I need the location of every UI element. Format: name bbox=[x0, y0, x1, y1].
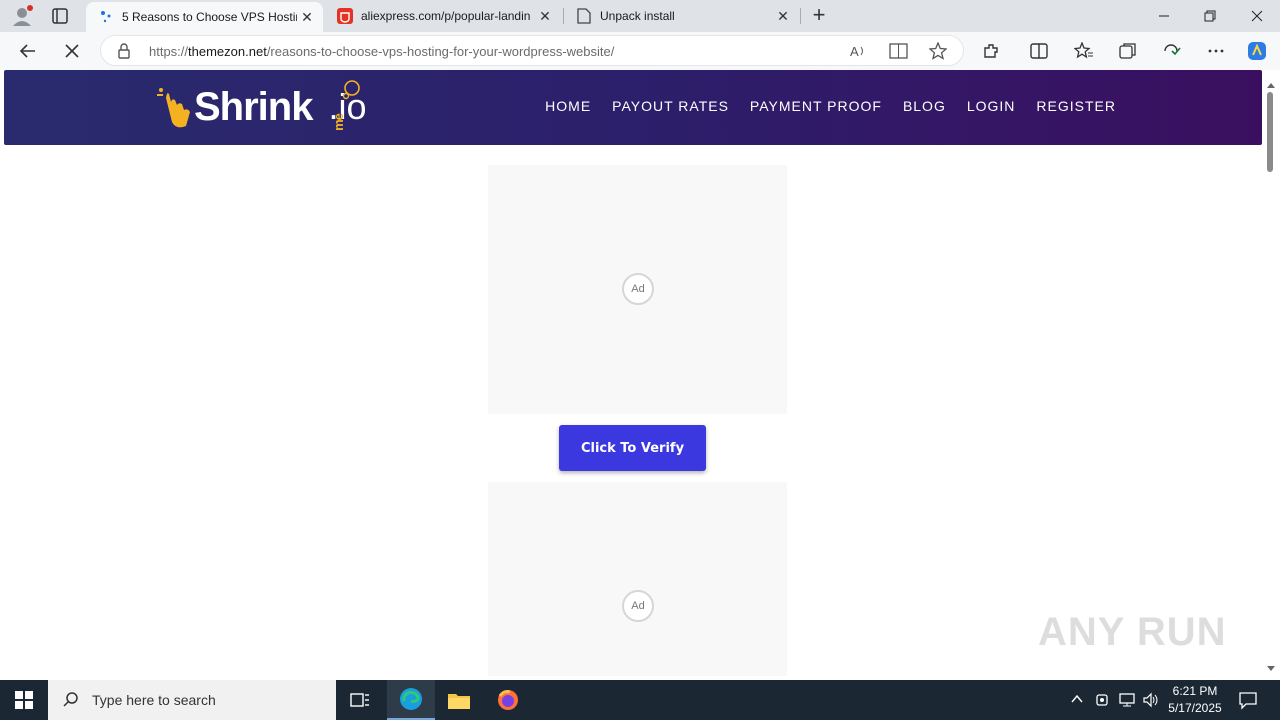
lock-icon[interactable] bbox=[117, 43, 131, 64]
scrollbar-thumb[interactable] bbox=[1267, 92, 1273, 172]
favorites-icon[interactable] bbox=[1072, 39, 1096, 63]
scroll-down-icon[interactable] bbox=[1266, 660, 1276, 678]
edge-taskbar-icon[interactable] bbox=[387, 680, 435, 720]
address-bar[interactable]: https://themezon.net/reasons-to-choose-v… bbox=[100, 35, 964, 66]
chevron-up-icon[interactable] bbox=[1070, 692, 1084, 711]
system-clock[interactable]: 6:21 PM 5/17/2025 bbox=[1160, 683, 1230, 717]
tab-title: 5 Reasons to Choose VPS Hosting bbox=[122, 10, 297, 24]
search-icon bbox=[63, 692, 78, 707]
site-nav: HOME PAYOUT RATES PAYMENT PROOF BLOG LOG… bbox=[545, 98, 1116, 114]
notifications-icon[interactable] bbox=[1238, 690, 1258, 715]
address-bar-row: https://themezon.net/reasons-to-choose-v… bbox=[0, 32, 1280, 70]
meet-now-icon[interactable] bbox=[1096, 692, 1110, 713]
nav-blog[interactable]: BLOG bbox=[903, 98, 946, 114]
logo-ring-icon bbox=[342, 80, 360, 100]
close-tab-icon[interactable]: ✕ bbox=[773, 8, 793, 25]
clock-time: 6:21 PM bbox=[1172, 684, 1218, 698]
web-page: Shrink me .io HOME PAYOUT RATES PAYMENT P… bbox=[4, 70, 1262, 676]
copilot-icon[interactable] bbox=[1245, 39, 1269, 63]
stop-loading-icon[interactable] bbox=[60, 39, 84, 63]
site-header: Shrink me .io HOME PAYOUT RATES PAYMENT P… bbox=[4, 70, 1262, 145]
browser-essentials-icon[interactable] bbox=[1160, 39, 1184, 63]
logo-text: Shrink me bbox=[194, 84, 346, 131]
firefox-icon[interactable] bbox=[484, 680, 532, 720]
task-view-icon[interactable] bbox=[336, 680, 384, 720]
tab-unpack-install[interactable]: Unpack install ✕ bbox=[564, 0, 799, 32]
collections-icon[interactable] bbox=[1116, 39, 1140, 63]
tab-aliexpress[interactable]: aliexpress.com/p/popular-landin ✕ bbox=[325, 0, 561, 32]
ad-badge: Ad bbox=[622, 590, 654, 622]
loading-icon bbox=[98, 9, 114, 25]
page-icon bbox=[576, 8, 592, 24]
favorite-star-icon[interactable] bbox=[928, 41, 948, 65]
tab-separator bbox=[800, 8, 801, 24]
tab-title: Unpack install bbox=[600, 9, 675, 23]
read-aloud-icon[interactable]: A bbox=[849, 42, 867, 65]
page-scrollbar[interactable] bbox=[1262, 70, 1280, 676]
close-tab-icon[interactable]: ✕ bbox=[297, 9, 317, 26]
immersive-reader-icon[interactable] bbox=[889, 42, 909, 65]
network-icon[interactable] bbox=[1118, 692, 1136, 713]
new-tab-icon[interactable]: + bbox=[808, 4, 830, 27]
tab-actions-icon[interactable] bbox=[50, 6, 70, 26]
taskbar-search[interactable]: Type here to search bbox=[48, 680, 336, 720]
nav-payment-proof[interactable]: PAYMENT PROOF bbox=[750, 98, 882, 114]
tab-strip: 5 Reasons to Choose VPS Hosting ✕ aliexp… bbox=[0, 0, 1280, 32]
click-to-verify-button[interactable]: Click To Verify bbox=[559, 425, 706, 471]
ad-slot-top[interactable]: Ad bbox=[488, 165, 787, 414]
close-tab-icon[interactable]: ✕ bbox=[535, 8, 555, 25]
start-windows-icon[interactable] bbox=[0, 680, 48, 720]
minimize-icon[interactable] bbox=[1141, 0, 1187, 32]
ad-slot-bottom[interactable]: Ad bbox=[488, 482, 787, 676]
back-arrow-icon[interactable] bbox=[16, 39, 40, 63]
restore-icon[interactable] bbox=[1187, 0, 1233, 32]
nav-login[interactable]: LOGIN bbox=[967, 98, 1016, 114]
clock-date: 5/17/2025 bbox=[1168, 701, 1222, 715]
nav-home[interactable]: HOME bbox=[545, 98, 591, 114]
file-explorer-icon[interactable] bbox=[435, 680, 483, 720]
tab-vps-hosting[interactable]: 5 Reasons to Choose VPS Hosting ✕ bbox=[86, 2, 323, 32]
windows-taskbar: Type here to search 6:21 PM 5/17/2025 bbox=[0, 680, 1280, 720]
profile-icon[interactable] bbox=[10, 4, 34, 28]
aliexpress-icon bbox=[337, 8, 353, 24]
search-placeholder: Type here to search bbox=[92, 692, 216, 708]
svg-text:A: A bbox=[850, 44, 859, 59]
nav-payout-rates[interactable]: PAYOUT RATES bbox=[612, 98, 729, 114]
extensions-icon[interactable] bbox=[979, 39, 1003, 63]
hand-icon bbox=[157, 88, 190, 128]
volume-icon[interactable] bbox=[1142, 692, 1160, 713]
nav-register[interactable]: REGISTER bbox=[1036, 98, 1116, 114]
split-screen-icon[interactable] bbox=[1027, 39, 1051, 63]
tab-title: aliexpress.com/p/popular-landin bbox=[361, 9, 531, 23]
more-options-icon[interactable] bbox=[1204, 39, 1228, 63]
close-window-icon[interactable] bbox=[1234, 0, 1280, 32]
shrinkme-logo[interactable]: Shrink me .io bbox=[154, 80, 367, 134]
ad-badge: Ad bbox=[622, 273, 654, 305]
anyrun-watermark: ANY RUN bbox=[1038, 610, 1227, 654]
url-text[interactable]: https://themezon.net/reasons-to-choose-v… bbox=[149, 44, 614, 59]
